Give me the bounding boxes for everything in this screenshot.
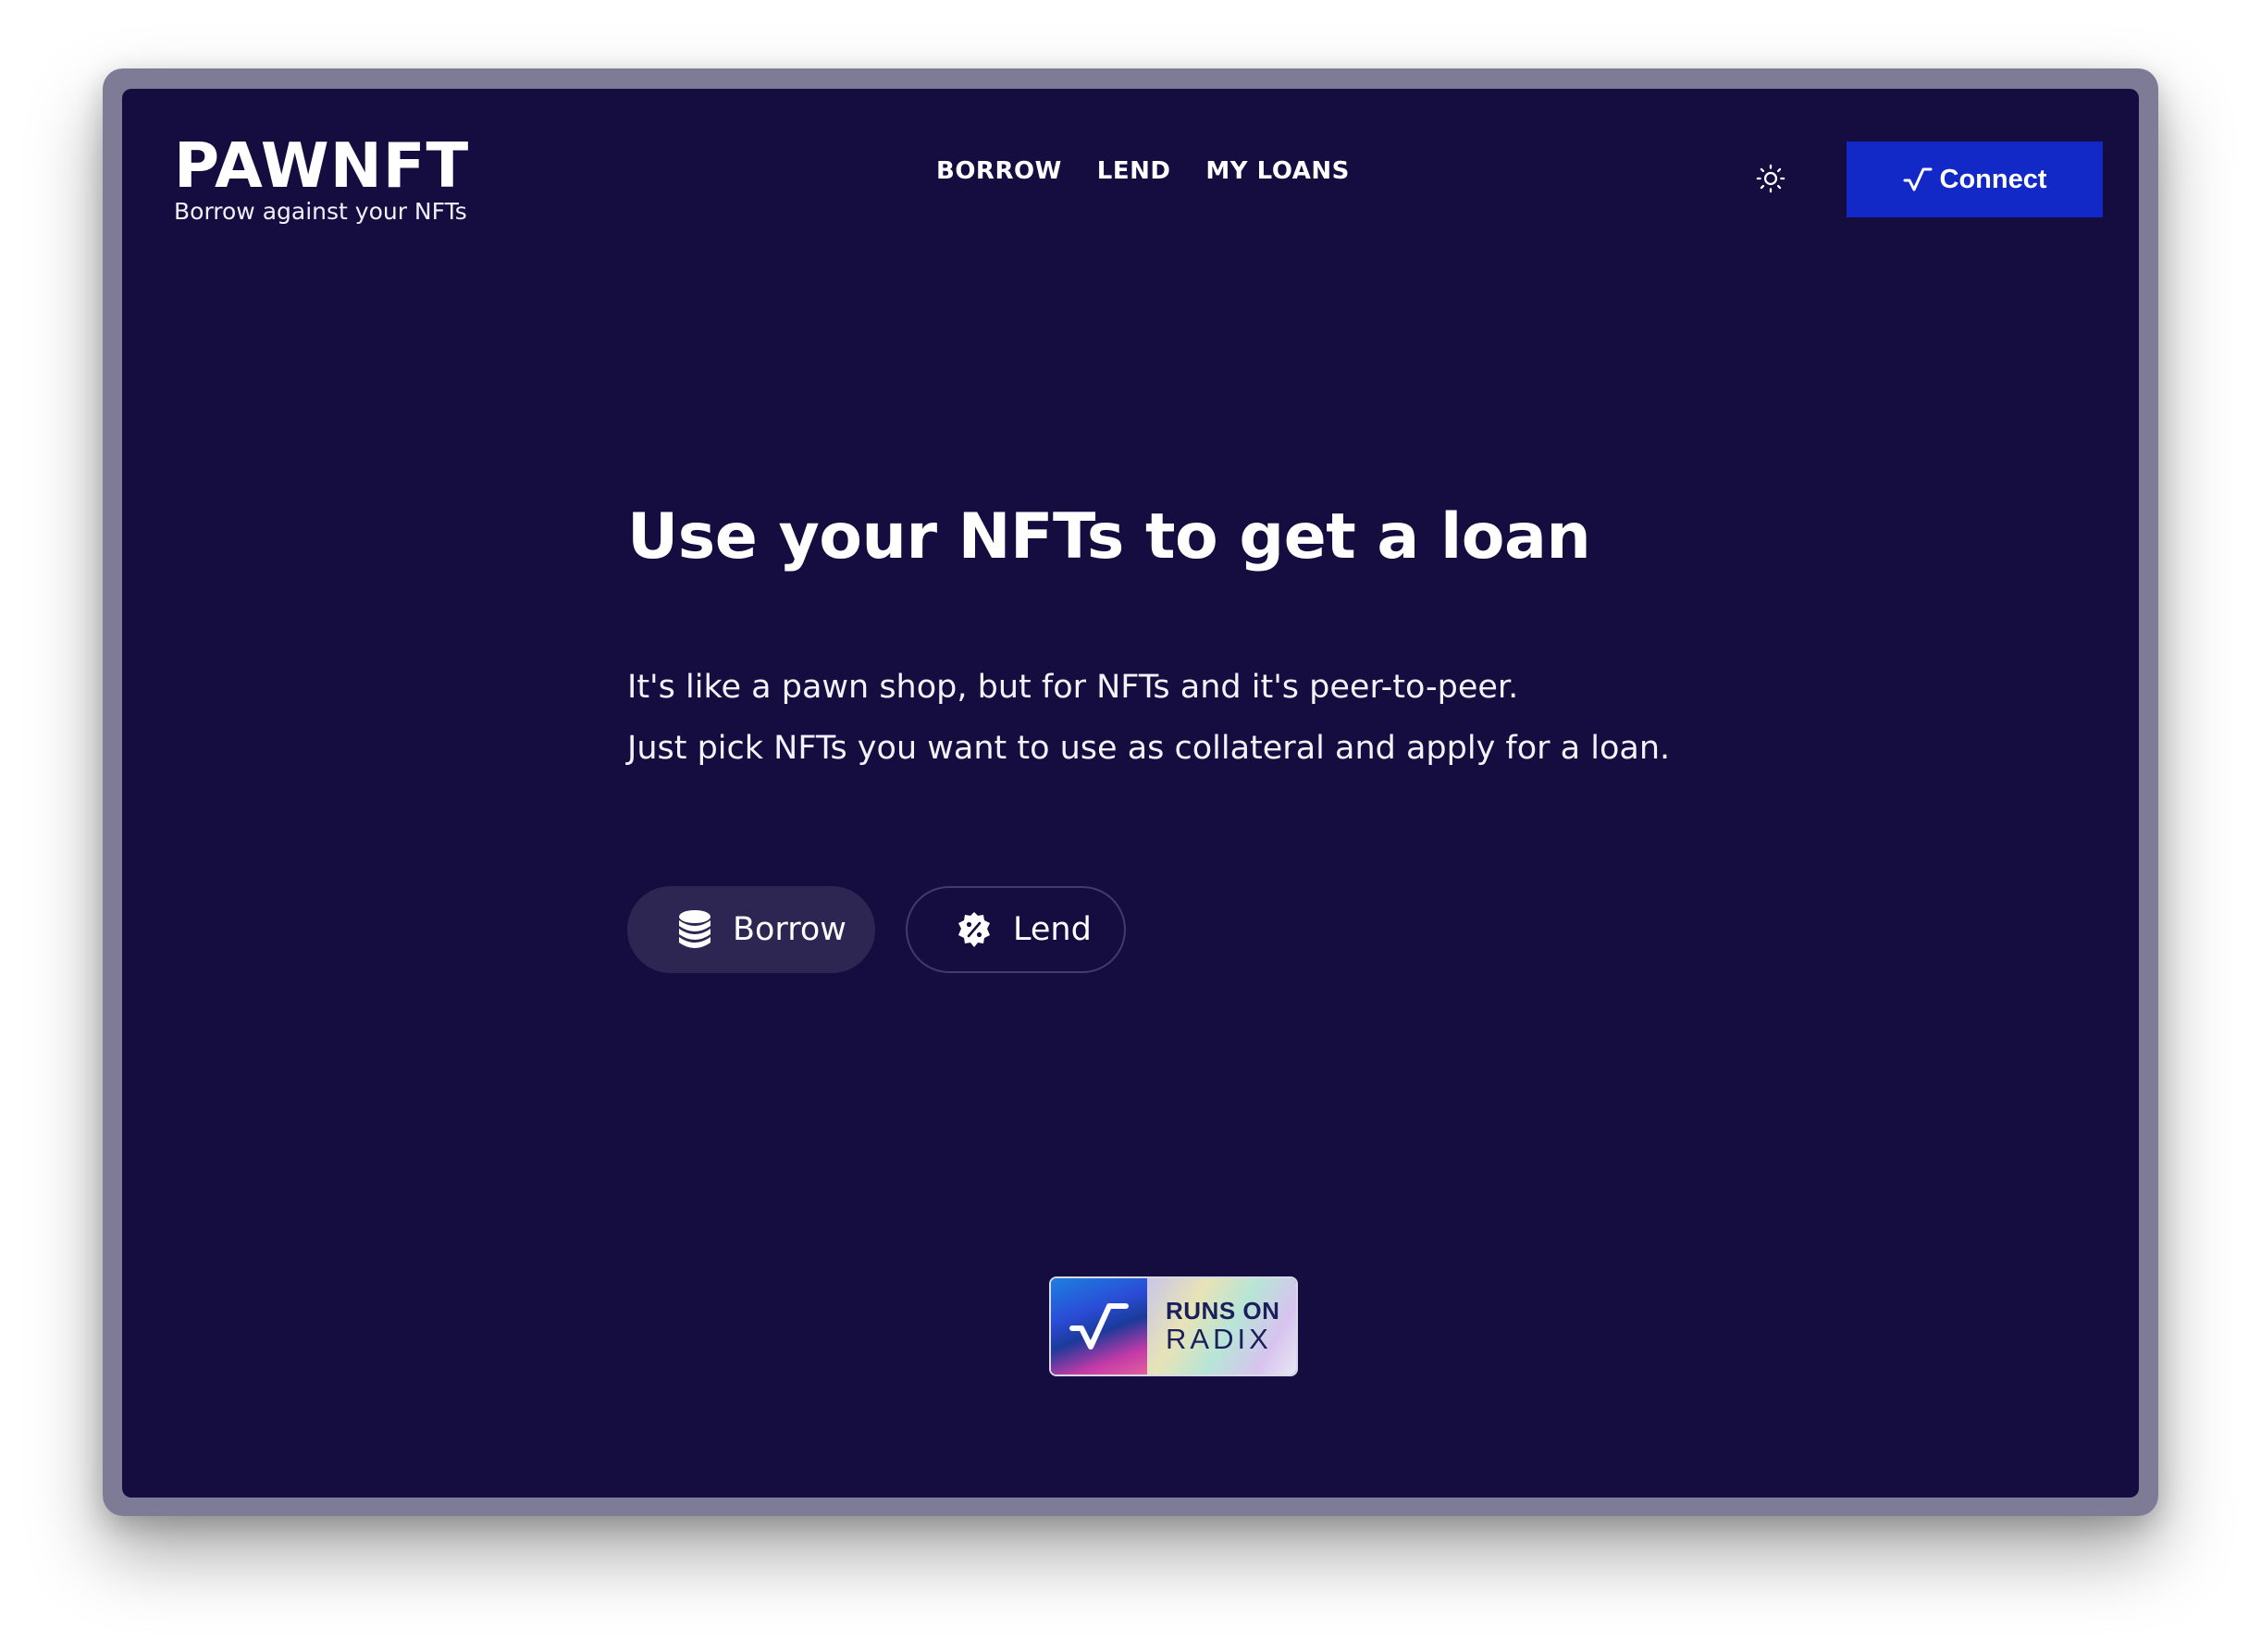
hero-actions: Borrow Lend	[627, 886, 1830, 973]
radix-badge-line-1: RUNS ON	[1166, 1297, 1280, 1325]
hero-section: Use your NFTs to get a loan It's like a …	[627, 496, 1830, 973]
device-frame: PAWNFT Borrow against your NFTs BORROW L…	[103, 68, 2158, 1516]
radix-badge-text: RUNS ON RADIX	[1147, 1278, 1296, 1375]
hero-title: Use your NFTs to get a loan	[627, 500, 1591, 573]
main-nav: BORROW LEND MY LOANS	[936, 157, 1350, 185]
nav-item-borrow[interactable]: BORROW	[936, 157, 1062, 185]
borrow-label: Borrow	[733, 911, 846, 948]
radix-badge-line-2: RADIX	[1166, 1323, 1272, 1355]
brand[interactable]: PAWNFT Borrow against your NFTs	[174, 133, 469, 226]
connect-label: Connect	[1939, 164, 2047, 194]
lend-label: Lend	[1013, 911, 1092, 948]
percent-badge-icon	[958, 912, 990, 947]
radix-check-icon	[1903, 167, 1932, 191]
brand-title: PAWNFT	[174, 129, 470, 202]
nav-item-lend[interactable]: LEND	[1097, 157, 1171, 185]
brand-tagline: Borrow against your NFTs	[174, 198, 467, 225]
hero-description: It's like a pawn shop, but for NFTs and …	[627, 657, 1830, 779]
theme-toggle-button[interactable]	[1752, 160, 1789, 197]
runs-on-radix-badge[interactable]: RUNS ON RADIX	[1049, 1276, 1298, 1376]
app-screen: PAWNFT Borrow against your NFTs BORROW L…	[122, 89, 2139, 1498]
hero-line-2: Just pick NFTs you want to use as collat…	[627, 730, 1671, 767]
lend-button[interactable]: Lend	[906, 886, 1126, 973]
radix-logo-icon	[1051, 1278, 1147, 1375]
borrow-button[interactable]: Borrow	[627, 886, 875, 973]
hero-line-1: It's like a pawn shop, but for NFTs and …	[627, 669, 1519, 706]
connect-button[interactable]: Connect	[1847, 142, 2103, 217]
coins-stack-icon	[679, 910, 710, 948]
nav-item-my-loans[interactable]: MY LOANS	[1205, 157, 1349, 185]
sun-icon	[1756, 164, 1785, 193]
